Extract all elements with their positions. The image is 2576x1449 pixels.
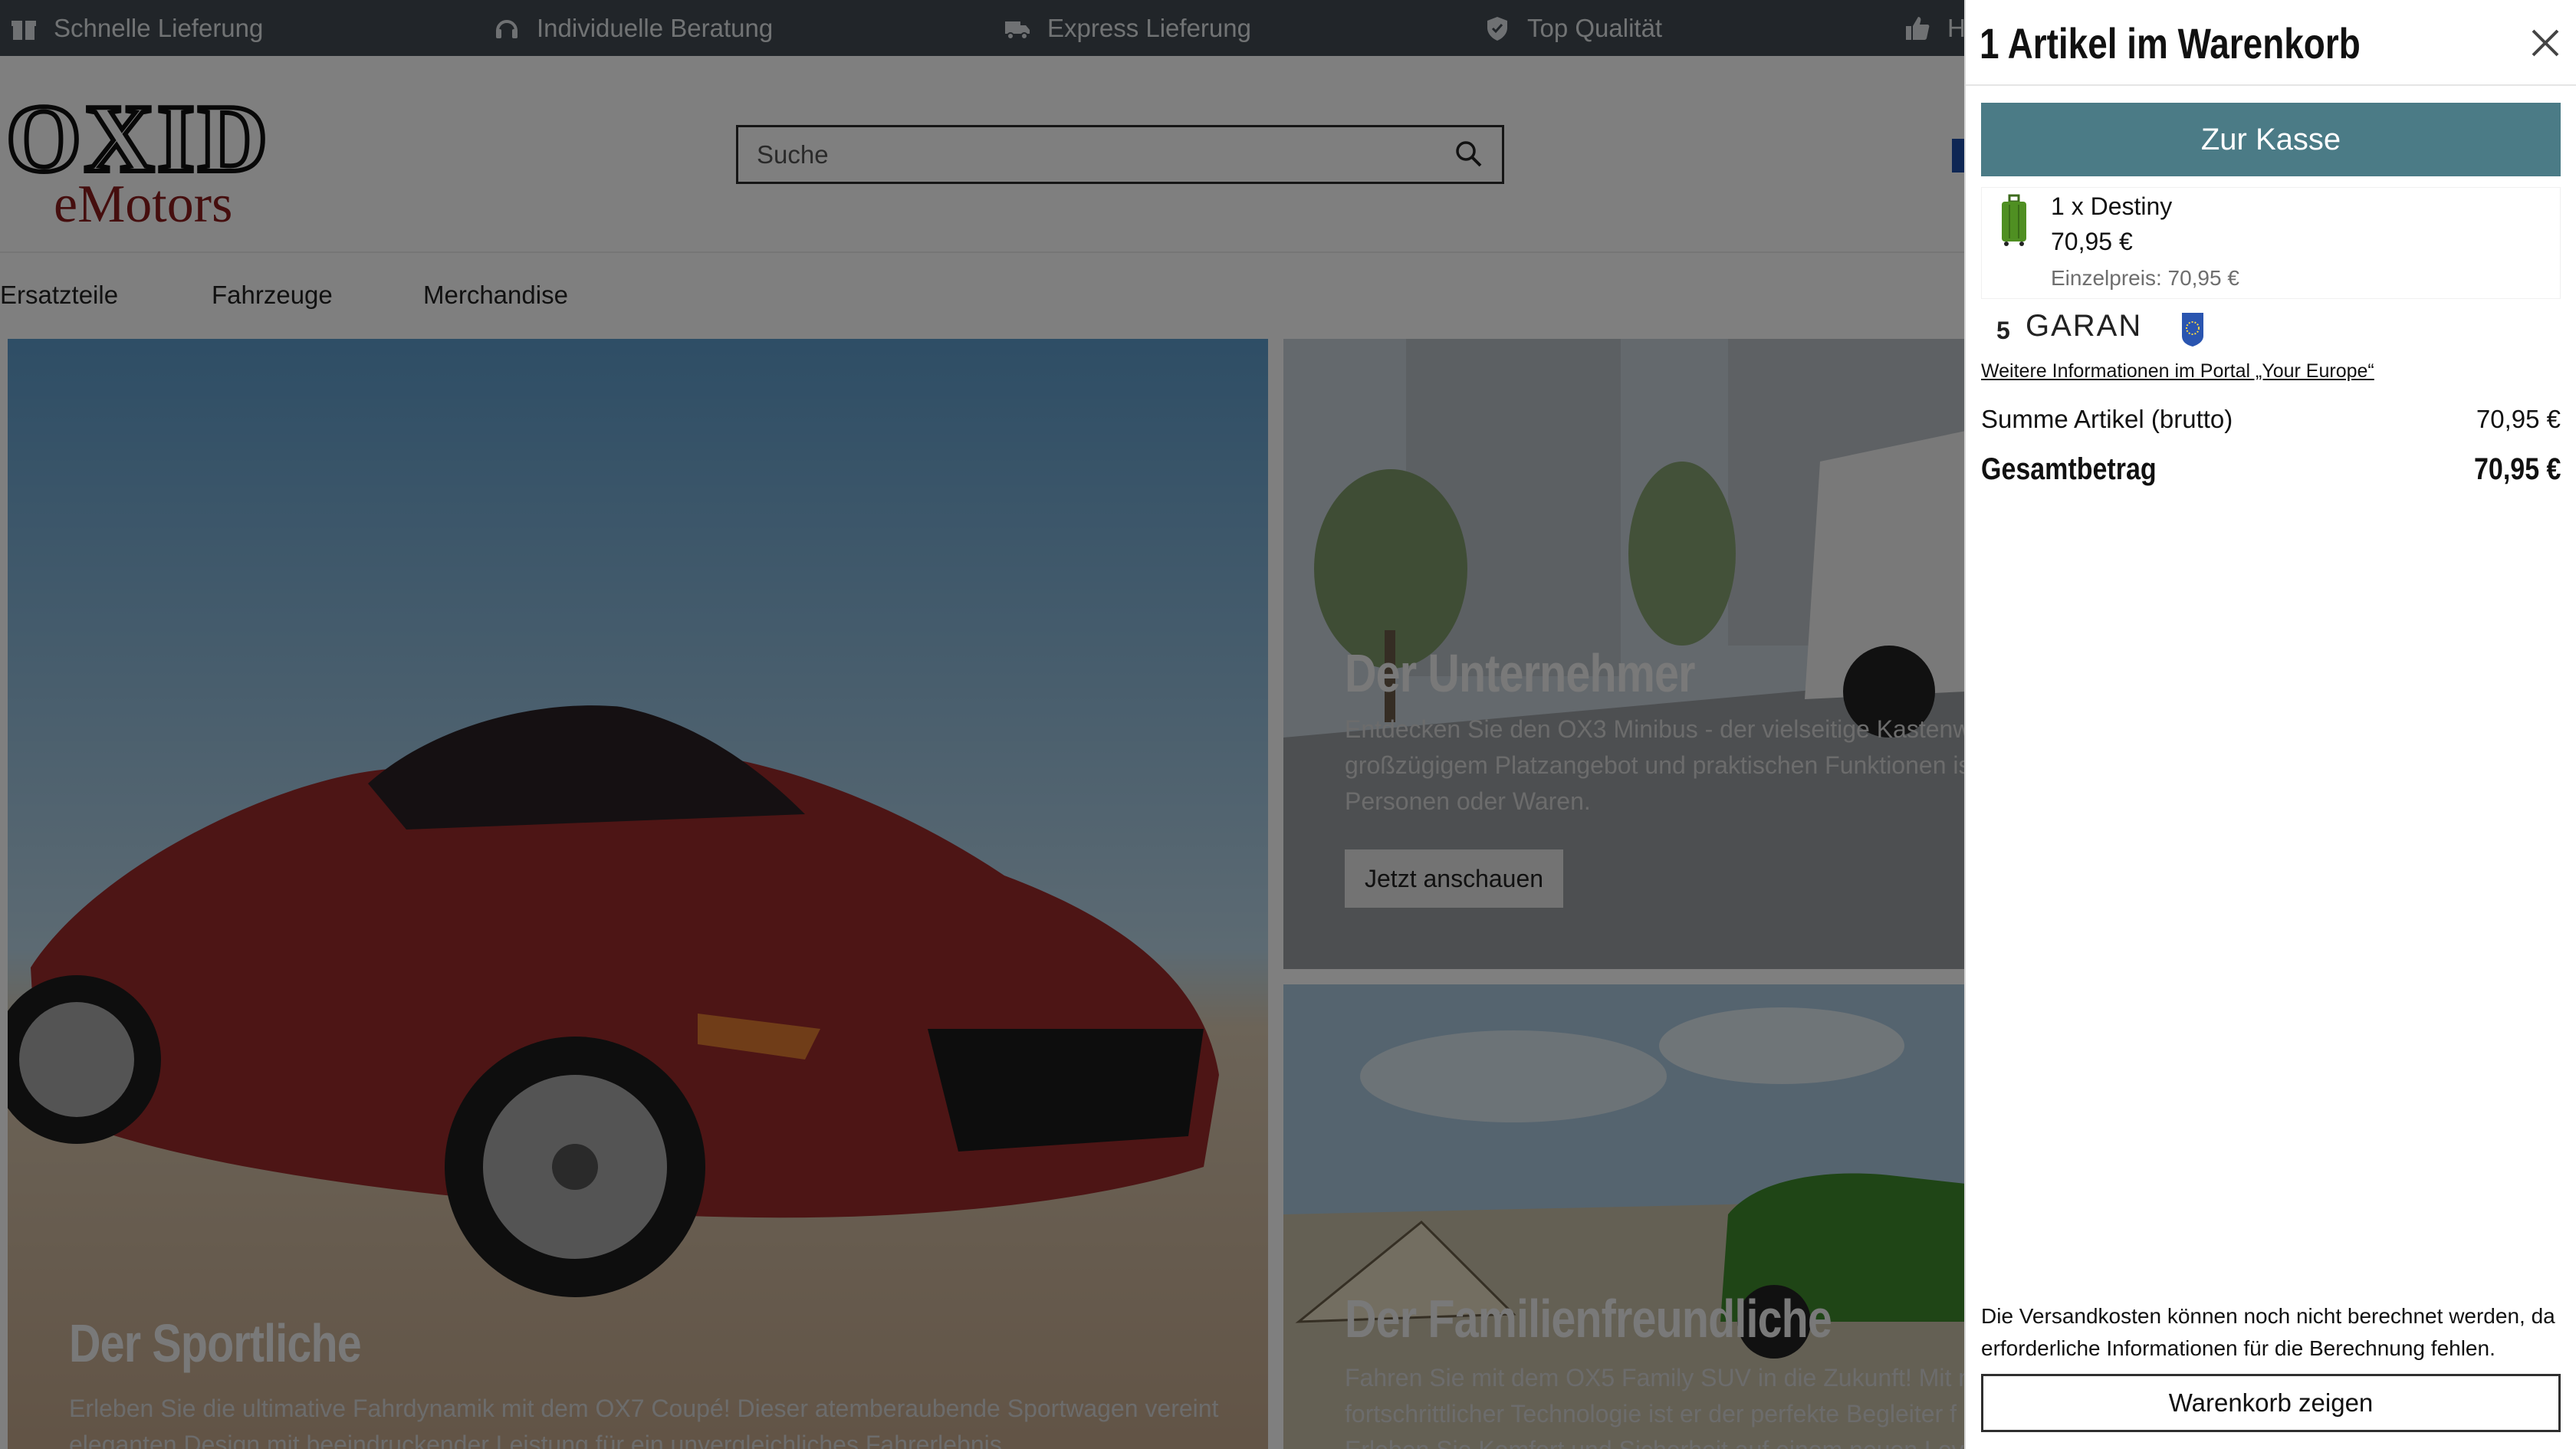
suitcase-thumbnail[interactable] [1997, 194, 2031, 248]
mini-cart-title: 1 Artikel im Warenkorb [1980, 19, 2361, 67]
total-row: Gesamtbetrag 70,95 € [1981, 452, 2561, 487]
shipping-cost-note: Die Versandkosten können noch nicht bere… [1981, 1304, 2555, 1360]
total-value: 70,95 € [2473, 452, 2561, 486]
svg-text:5: 5 [1996, 317, 2010, 344]
cart-item-unit-price: Einzelpreis: 70,95 € [2051, 266, 2239, 290]
mini-cart-header: 1 Artikel im Warenkorb [1966, 0, 2576, 86]
subtotal-value: 70,95 € [2476, 405, 2561, 433]
subtotal-row: Summe Artikel (brutto) 70,95 € [1981, 405, 2561, 434]
svg-text:GARAN: GARAN [2026, 309, 2142, 343]
total-label: Gesamtbetrag [1981, 452, 2157, 486]
mini-cart-panel: 1 Artikel im Warenkorb Zur Kasse 1 x Des… [1964, 0, 2576, 1449]
cart-item-name[interactable]: 1 x Destiny [2051, 192, 2172, 221]
show-cart-button[interactable]: Warenkorb zeigen [1981, 1374, 2561, 1432]
checkout-button[interactable]: Zur Kasse [1981, 103, 2561, 176]
cart-item: 1 x Destiny 70,95 € Einzelpreis: 70,95 € [1981, 187, 2561, 299]
page-dim-overlay[interactable] [0, 0, 1964, 1449]
subtotal-label: Summe Artikel (brutto) [1981, 405, 2233, 433]
your-europe-link[interactable]: Weitere Informationen im Portal „Your Eu… [1981, 360, 2374, 383]
guarantee-badge[interactable]: 5 GARAN [1981, 308, 2203, 348]
close-icon[interactable] [2528, 26, 2562, 60]
cart-item-price: 70,95 € [2051, 228, 2133, 255]
